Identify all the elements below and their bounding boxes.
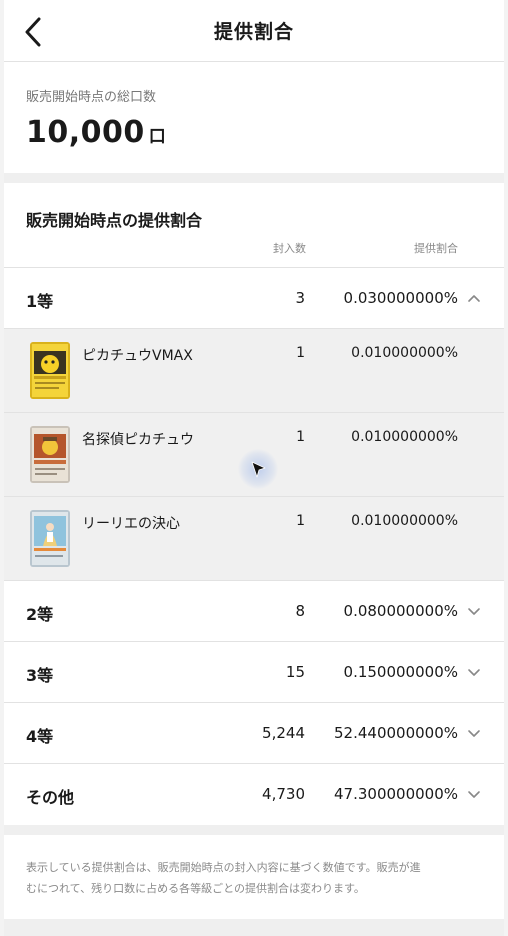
rank-rate: 0.150000000% <box>343 663 458 681</box>
rank-count: 5,244 <box>262 724 305 742</box>
mouse-cursor-icon <box>238 449 278 489</box>
card-name: ピカチュウVMAX <box>82 348 193 364</box>
chevron-down-icon[interactable] <box>466 725 482 741</box>
rank-count: 8 <box>295 602 305 620</box>
rank-count: 4,730 <box>262 785 305 803</box>
rank-rate: 0.080000000% <box>343 602 458 620</box>
chevron-down-icon[interactable] <box>466 786 482 802</box>
column-count-label: 封入数 <box>273 242 306 255</box>
rank-count: 15 <box>285 663 305 681</box>
card-rate: 0.010000000% <box>351 429 458 445</box>
card-count: 1 <box>296 345 305 361</box>
rank-row-3[interactable]: 3等 15 0.150000000% <box>4 642 504 703</box>
card-rate: 0.010000000% <box>351 345 458 361</box>
card-name: 名探偵ピカチュウ <box>82 432 194 448</box>
card-row: ピカチュウVMAX 1 0.010000000% <box>4 329 504 413</box>
back-button[interactable] <box>18 17 48 47</box>
column-rate-label: 提供割合 <box>414 242 458 255</box>
note-line: むにつれて、残り口数に占める各等級ごとの提供割合は変わります。 <box>26 882 365 895</box>
rank-name: 4等 <box>26 727 54 746</box>
card-image-lillie <box>30 510 70 567</box>
total-label: 販売開始時点の総口数 <box>26 90 157 105</box>
card-row: リーリエの決心 1 0.010000000% <box>4 497 504 581</box>
chevron-up-icon[interactable] <box>466 290 482 306</box>
rank-rate: 47.300000000% <box>334 785 458 803</box>
rank-row-other[interactable]: その他 4,730 47.300000000% <box>4 764 504 825</box>
rank-name: 3等 <box>26 666 54 685</box>
column-header: 封入数 提供割合 <box>4 237 504 268</box>
chevron-down-icon[interactable] <box>466 603 482 619</box>
rank-row-2[interactable]: 2等 8 0.080000000% <box>4 581 504 642</box>
card-rate: 0.010000000% <box>351 513 458 529</box>
rank-name: その他 <box>26 788 75 807</box>
section-title: 販売開始時点の提供割合 <box>26 211 203 230</box>
chevron-down-icon[interactable] <box>466 664 482 680</box>
page-title: 提供割合 <box>213 21 294 43</box>
disclaimer-note: 表示している提供割合は、販売開始時点の封入内容に基づく数値です。販売が進 むにつ… <box>4 835 504 919</box>
card-image-pikachu-vmax <box>30 342 70 399</box>
card-count: 1 <box>296 513 305 529</box>
back-arrow-icon <box>25 17 41 47</box>
rank-rate: 0.030000000% <box>343 289 458 307</box>
total-section: 販売開始時点の総口数 10,000 口 <box>4 62 504 173</box>
rank-row-4[interactable]: 4等 5,244 52.440000000% <box>4 703 504 764</box>
total-number: 10,000 <box>26 115 145 150</box>
section-gap <box>4 173 504 183</box>
note-line: 表示している提供割合は、販売開始時点の封入内容に基づく数値です。販売が進 <box>26 861 421 874</box>
header: 提供割合 <box>4 0 504 62</box>
ratio-section: 販売開始時点の提供割合 封入数 提供割合 1等 3 0.030000000% ピ… <box>4 183 504 825</box>
rank-rate: 52.440000000% <box>334 724 458 742</box>
rank-row-1[interactable]: 1等 3 0.030000000% <box>4 268 504 329</box>
rank-count: 3 <box>295 289 305 307</box>
card-name: リーリエの決心 <box>82 516 180 532</box>
rank-name: 2等 <box>26 605 54 624</box>
total-value: 10,000 口 <box>26 115 504 150</box>
total-unit: 口 <box>148 127 166 147</box>
card-image-detective-pikachu <box>30 426 70 483</box>
rank-name: 1等 <box>26 292 54 311</box>
card-count: 1 <box>296 429 305 445</box>
